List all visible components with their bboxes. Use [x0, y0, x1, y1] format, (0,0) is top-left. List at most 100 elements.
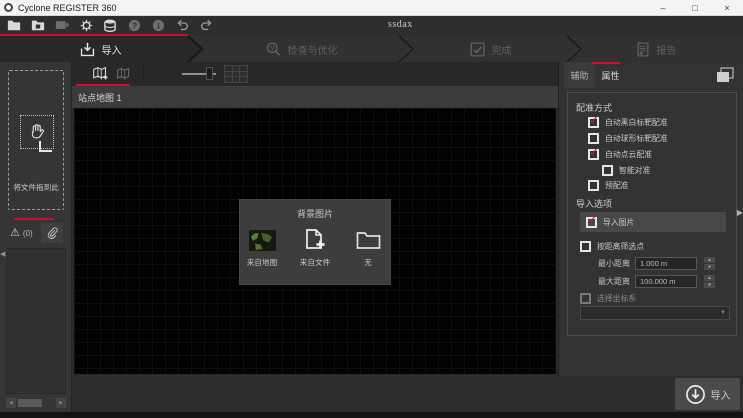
links-paperclip-tab[interactable] [41, 223, 63, 243]
file-dropzone[interactable]: 将文件拖到此 [8, 70, 64, 210]
workflow-steps: 导入 检查与优化 完成 报告 [0, 36, 743, 62]
option-auto-sphere-target[interactable]: 自动球形标靶配准 [588, 132, 669, 145]
issues-list[interactable] [6, 248, 66, 394]
step-review-optimize[interactable]: 检查与优化 [190, 36, 412, 62]
empty-folder-icon [356, 227, 381, 253]
zoom-slider[interactable] [182, 65, 216, 83]
minimize-button[interactable]: – [647, 0, 679, 15]
settings-gear-icon[interactable] [78, 18, 94, 33]
issues-warning-icon[interactable]: ⚠ [10, 228, 20, 239]
scrollbar-thumb[interactable] [18, 399, 42, 407]
option-filter-by-distance[interactable]: 按距离筛选点 [580, 240, 645, 253]
left-panel-tabs: ⚠ (0) [10, 222, 70, 244]
chevron-down-icon: ▼ [720, 310, 726, 316]
option-none[interactable]: 无 [346, 227, 390, 268]
checkbox-checked-icon[interactable] [588, 149, 599, 160]
drop-corner-bracket [39, 141, 52, 152]
min-distance-stepper[interactable]: ▲▼ [704, 257, 715, 270]
slider-handle[interactable] [206, 67, 213, 80]
grid-view-icon[interactable] [224, 65, 248, 83]
option-import-images[interactable]: 导入图片 [580, 212, 726, 232]
window-controls: – □ × [647, 0, 743, 15]
checkbox-icon[interactable] [602, 165, 613, 176]
info-icon[interactable]: i [150, 18, 166, 33]
sitemap-canvas[interactable]: 背景图片 来自地图 来自文件 [74, 108, 556, 374]
sitemap-icon[interactable] [116, 67, 131, 82]
option-smart-align[interactable]: 智能对准 [602, 164, 651, 177]
toolbar-divider [143, 66, 144, 82]
title-bar: Cyclone REGISTER 360 – □ × [0, 0, 743, 16]
step-down-icon: ▼ [704, 264, 715, 270]
step-down-icon: ▼ [704, 282, 715, 288]
popout-window-icon[interactable] [715, 66, 735, 84]
step-review-optimize-label: 检查与优化 [288, 42, 338, 57]
expand-panel-icon[interactable]: ▶ [737, 208, 743, 217]
left-horizontal-scrollbar[interactable]: ◄ ► [6, 398, 66, 408]
option-from-map[interactable]: 来自地图 [240, 227, 284, 268]
add-sitemap-icon[interactable] [92, 66, 108, 82]
option-pre-registration[interactable]: 预配准 [588, 179, 629, 192]
min-distance-field[interactable]: 1.000 m [635, 257, 697, 270]
import-button[interactable]: 导入 [675, 378, 740, 410]
option-auto-cloud[interactable]: 自动点云配准 [588, 148, 653, 161]
tab-properties[interactable]: 属性 [595, 62, 626, 88]
scroll-left-icon[interactable]: ◄ [6, 398, 16, 408]
close-button[interactable]: × [711, 0, 743, 15]
max-distance-label: 最大距离 [598, 276, 630, 287]
background-image-dialog: 背景图片 来自地图 来自文件 [240, 200, 390, 284]
left-active-tab-indicator [14, 218, 54, 220]
sitemap-tab-label[interactable]: 站点地图 1 [78, 91, 122, 104]
save-project-icon[interactable] [30, 18, 46, 33]
cyclone-register-360-window: Cyclone REGISTER 360 – □ × ? i [0, 0, 743, 418]
undo-icon[interactable] [174, 18, 190, 33]
dropzone-label: 将文件拖到此 [10, 182, 61, 192]
coordinate-system-dropdown[interactable]: ▼ [580, 306, 730, 320]
checkbox-checked-icon[interactable] [586, 217, 597, 228]
option-from-map-label: 来自地图 [247, 257, 277, 267]
project-name: ssdax [388, 19, 413, 30]
issues-count: (0) [23, 229, 33, 238]
finalize-step-icon [469, 41, 486, 58]
storage-database-icon[interactable] [102, 18, 118, 33]
step-report[interactable]: 报告 [568, 36, 743, 62]
window-title: Cyclone REGISTER 360 [18, 3, 117, 13]
window-bottom-edge [0, 412, 743, 418]
checkbox-disabled-icon[interactable] [580, 293, 591, 304]
min-distance-label: 最小距离 [598, 258, 630, 269]
sitemap-tabbar: 站点地图 1 [72, 86, 558, 108]
checkbox-icon[interactable] [580, 241, 591, 252]
help-icon[interactable]: ? [126, 18, 142, 33]
scroll-right-icon[interactable]: ► [56, 398, 66, 408]
checkbox-checked-icon[interactable] [588, 117, 599, 128]
background-image-dialog-title: 背景图片 [240, 200, 390, 220]
import-settings-box: 配准方式 自动黑白标靶配准 自动球形标靶配准 自动点云配准 智能对准 [567, 92, 737, 336]
app-logo-icon [4, 3, 13, 12]
open-project-icon[interactable] [6, 18, 22, 33]
max-distance-field[interactable]: 100.000 m [635, 275, 697, 288]
step-import-label: 导入 [102, 42, 122, 57]
right-active-tab-indicator [592, 62, 620, 64]
svg-text:i: i [157, 20, 159, 30]
option-from-file[interactable]: 来自文件 [293, 227, 337, 268]
checkbox-icon[interactable] [588, 180, 599, 191]
step-import[interactable]: 导入 [0, 36, 200, 62]
report-step-icon [635, 41, 651, 58]
import-options-section-title: 导入选项 [576, 197, 612, 210]
option-select-coordinate-system[interactable]: 选择坐标系 [580, 292, 637, 305]
map-thumbnail-icon [249, 227, 276, 253]
maximize-button[interactable]: □ [679, 0, 711, 15]
tab-assist[interactable]: 辅助 [564, 62, 595, 88]
option-none-label: 无 [364, 257, 372, 267]
redo-icon[interactable] [198, 18, 214, 33]
review-optimize-step-icon [265, 41, 282, 58]
import-archive-icon[interactable] [54, 18, 70, 33]
main-toolbar: ? i ssdax [0, 16, 743, 36]
max-distance-stepper[interactable]: ▲▼ [704, 275, 715, 288]
collapse-sidebar-icon[interactable]: ◀ [0, 250, 5, 258]
file-plus-icon [303, 227, 327, 253]
max-distance-row: 最大距离 100.000 m ▲▼ [598, 274, 715, 288]
step-up-icon: ▲ [704, 275, 715, 281]
step-finalize[interactable]: 完成 [400, 36, 580, 62]
checkbox-icon[interactable] [588, 133, 599, 144]
option-auto-bw-target[interactable]: 自动黑白标靶配准 [588, 116, 669, 129]
